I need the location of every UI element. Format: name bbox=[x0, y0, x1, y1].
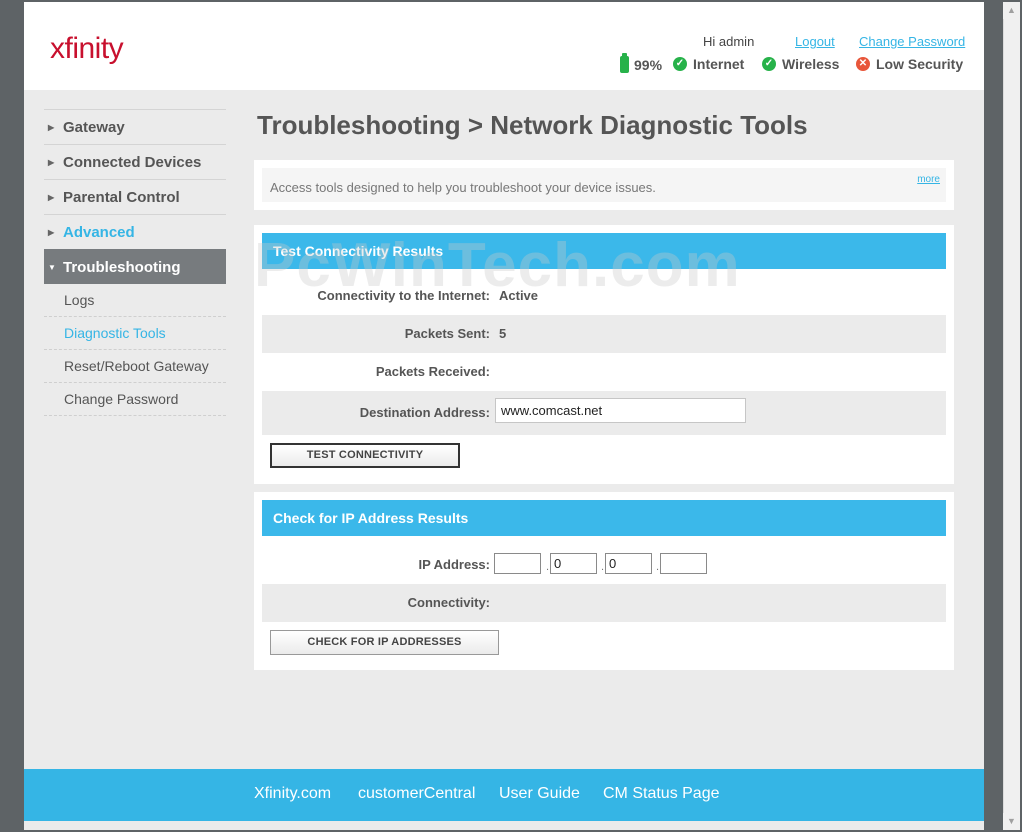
logout-link[interactable]: Logout bbox=[795, 34, 835, 49]
greeting: Hi admin bbox=[703, 34, 755, 49]
sidebar-item-parental-control[interactable]: ▶ Parental Control bbox=[44, 179, 226, 214]
chevron-right-icon: ▶ bbox=[48, 157, 55, 167]
vertical-scrollbar[interactable] bbox=[1003, 2, 1020, 830]
sidebar-subitem-label: Logs bbox=[64, 292, 95, 308]
sidebar-item-label: Troubleshooting bbox=[63, 258, 181, 276]
change-password-link[interactable]: Change Password bbox=[859, 34, 965, 49]
security-status-label: Low Security bbox=[876, 56, 964, 72]
security-status[interactable]: ✕ Low Security bbox=[856, 56, 963, 72]
check-icon: ✓ bbox=[762, 57, 776, 71]
packets-received-row: Packets Received: bbox=[262, 353, 946, 391]
ip-separator: . bbox=[546, 561, 550, 573]
ip-octet-2-input[interactable] bbox=[550, 553, 597, 574]
field-label: Destination Address: bbox=[359, 405, 490, 420]
ip-octet-3-input[interactable] bbox=[605, 553, 652, 574]
battery-status: 99% bbox=[620, 53, 663, 73]
sidebar-item-advanced[interactable]: ▶ Advanced bbox=[44, 214, 226, 249]
sidebar-item-troubleshooting[interactable]: ▼ Troubleshooting bbox=[44, 249, 226, 284]
field-label: IP Address: bbox=[418, 557, 490, 572]
scroll-down-icon[interactable]: ▼ bbox=[1003, 813, 1020, 830]
sidebar-item-label: Parental Control bbox=[63, 188, 180, 206]
footer-link-user-guide[interactable]: User Guide bbox=[499, 785, 580, 803]
info-box: Access tools designed to help you troubl… bbox=[262, 168, 946, 202]
sidebar-subitem-reset-reboot[interactable]: Reset/Reboot Gateway bbox=[44, 350, 226, 383]
ip-address-row: IP Address: . . . bbox=[262, 546, 946, 584]
packets-sent-row: Packets Sent: 5 bbox=[262, 315, 946, 353]
destination-address-input[interactable] bbox=[495, 398, 746, 423]
info-text: Access tools designed to help you troubl… bbox=[270, 180, 656, 195]
field-label: Packets Received: bbox=[375, 364, 490, 379]
ip-address-panel: Check for IP Address Results IP Address:… bbox=[254, 492, 954, 670]
chevron-down-icon: ▼ bbox=[48, 262, 56, 272]
footer-link-xfinity[interactable]: Xfinity.com bbox=[254, 785, 331, 803]
section-header: Test Connectivity Results bbox=[262, 233, 946, 269]
test-connectivity-panel: Test Connectivity Results Connectivity t… bbox=[254, 225, 954, 484]
error-icon: ✕ bbox=[856, 57, 870, 71]
wireless-status[interactable]: ✓ Wireless bbox=[762, 56, 839, 72]
field-label: Connectivity to the Internet: bbox=[317, 288, 490, 303]
sidebar-subitem-change-password[interactable]: Change Password bbox=[44, 383, 226, 416]
internet-connectivity-row: Connectivity to the Internet: Active bbox=[262, 277, 946, 315]
internet-status-label: Internet bbox=[693, 56, 745, 72]
footer: Xfinity.com customerCentral User Guide C… bbox=[24, 769, 984, 821]
router-admin-page: xfinity Hi admin Logout Change Password … bbox=[24, 2, 984, 830]
internet-connectivity-value: Active bbox=[499, 288, 539, 303]
sidebar-nav: ▶ Gateway ▶ Connected Devices ▶ Parental… bbox=[44, 109, 226, 416]
packets-sent-value: 5 bbox=[499, 326, 507, 341]
sidebar-item-label: Gateway bbox=[63, 118, 125, 136]
ip-separator: . bbox=[656, 561, 660, 573]
ip-separator: . bbox=[601, 561, 605, 573]
xfinity-logo[interactable]: xfinity bbox=[50, 32, 124, 66]
info-panel: Access tools designed to help you troubl… bbox=[254, 160, 954, 210]
check-icon: ✓ bbox=[673, 57, 687, 71]
internet-status[interactable]: ✓ Internet bbox=[673, 56, 744, 72]
battery-level: 99% bbox=[634, 56, 663, 73]
section-header: Check for IP Address Results bbox=[262, 500, 946, 536]
sidebar-subitem-label: Change Password bbox=[64, 391, 179, 407]
chevron-right-icon: ▶ bbox=[48, 192, 55, 202]
sidebar-subitem-label: Diagnostic Tools bbox=[64, 325, 166, 341]
scroll-up-icon[interactable]: ▲ bbox=[1003, 2, 1020, 19]
ip-octet-4-input[interactable] bbox=[660, 553, 707, 574]
wireless-status-label: Wireless bbox=[782, 56, 840, 72]
header: xfinity Hi admin Logout Change Password … bbox=[24, 2, 984, 90]
ip-connectivity-row: Connectivity: bbox=[262, 584, 946, 622]
sidebar-subitem-logs[interactable]: Logs bbox=[44, 284, 226, 317]
check-ip-addresses-button[interactable]: CHECK FOR IP ADDRESSES bbox=[270, 630, 499, 655]
sidebar-subitem-diagnostic-tools[interactable]: Diagnostic Tools bbox=[44, 317, 226, 350]
sidebar-item-label: Advanced bbox=[63, 223, 135, 241]
footer-link-customer-central[interactable]: customerCentral bbox=[358, 785, 475, 803]
page-title: Troubleshooting > Network Diagnostic Too… bbox=[257, 110, 808, 140]
chevron-right-icon: ▶ bbox=[48, 227, 55, 237]
destination-address-row: Destination Address: bbox=[262, 391, 946, 435]
field-label: Connectivity: bbox=[407, 595, 490, 610]
chevron-right-icon: ▶ bbox=[48, 122, 55, 132]
footer-link-cm-status[interactable]: CM Status Page bbox=[603, 785, 720, 803]
sidebar-item-label: Connected Devices bbox=[63, 153, 202, 171]
battery-icon bbox=[620, 53, 629, 73]
field-label: Packets Sent: bbox=[404, 326, 490, 341]
more-link[interactable]: more bbox=[917, 174, 940, 185]
sidebar-item-connected-devices[interactable]: ▶ Connected Devices bbox=[44, 144, 226, 179]
test-connectivity-button[interactable]: TEST CONNECTIVITY bbox=[270, 443, 460, 468]
ip-octet-1-input[interactable] bbox=[494, 553, 541, 574]
sidebar-item-gateway[interactable]: ▶ Gateway bbox=[44, 109, 226, 144]
sidebar-subitem-label: Reset/Reboot Gateway bbox=[64, 358, 209, 374]
